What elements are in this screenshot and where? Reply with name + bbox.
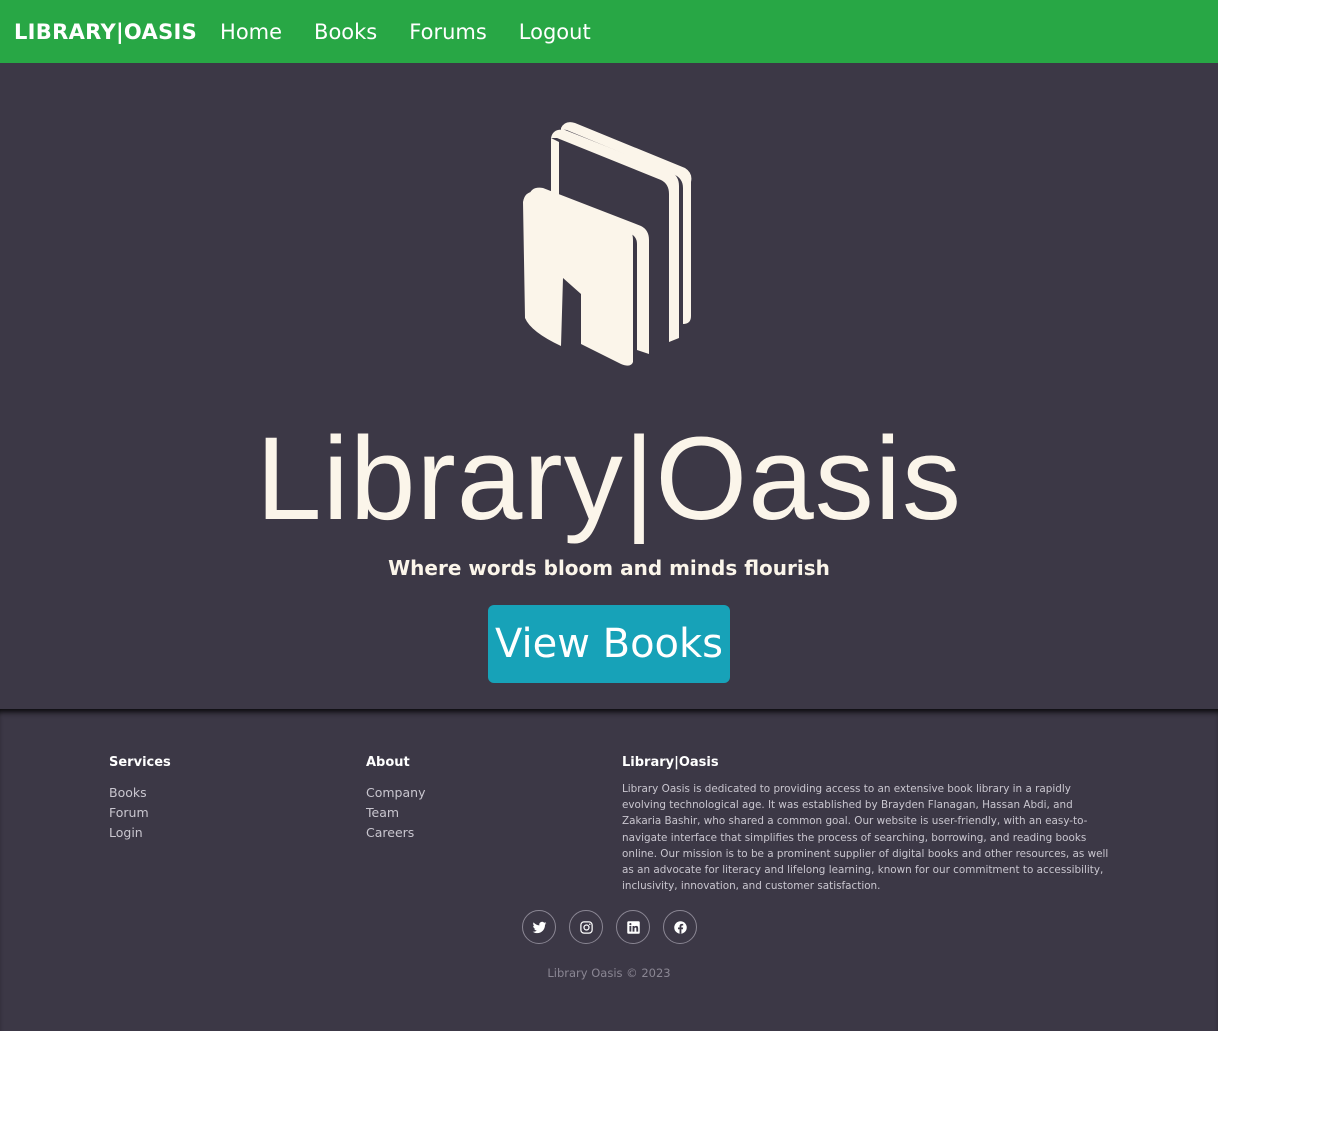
footer-link-books[interactable]: Books (109, 783, 171, 803)
footer-about-heading: About (366, 755, 410, 770)
navbar: LIBRARY|OASIS Home Books Forums Logout (0, 0, 1218, 63)
nav-link-logout[interactable]: Logout (519, 20, 591, 44)
footer-services-heading: Services (109, 755, 171, 770)
footer: Services Books Forum Login About Company… (0, 709, 1218, 1031)
social-links (522, 910, 697, 944)
footer-brand-column: Library|Oasis Library Oasis is dedicated… (622, 755, 1112, 894)
nav-link-books[interactable]: Books (314, 20, 377, 44)
footer-about-column: About Company Team Careers (366, 755, 425, 843)
footer-link-login[interactable]: Login (109, 823, 171, 843)
footer-link-company[interactable]: Company (366, 783, 425, 803)
footer-services-column: Services Books Forum Login (109, 755, 171, 843)
linkedin-icon[interactable] (616, 910, 650, 944)
hero-title: Library|Oasis (256, 413, 962, 545)
nav-link-forums[interactable]: Forums (409, 20, 487, 44)
copyright-text: Library Oasis © 2023 (547, 966, 671, 980)
footer-brand-heading: Library|Oasis (622, 755, 719, 770)
twitter-icon[interactable] (522, 910, 556, 944)
footer-link-forum[interactable]: Forum (109, 803, 171, 823)
brand-logo-link[interactable]: LIBRARY|OASIS (14, 20, 197, 44)
instagram-icon[interactable] (569, 910, 603, 944)
hero-section: Library|Oasis Where words bloom and mind… (0, 63, 1218, 709)
footer-about-text: Library Oasis is dedicated to providing … (622, 783, 1109, 893)
nav-link-home[interactable]: Home (220, 20, 282, 44)
footer-link-team[interactable]: Team (366, 803, 425, 823)
books-icon (523, 122, 692, 366)
facebook-icon[interactable] (663, 910, 697, 944)
view-books-button[interactable]: View Books (488, 605, 730, 683)
hero-tagline: Where words bloom and minds flourish (388, 556, 830, 580)
footer-link-careers[interactable]: Careers (366, 823, 425, 843)
page: LIBRARY|OASIS Home Books Forums Logout L… (0, 0, 1218, 1031)
